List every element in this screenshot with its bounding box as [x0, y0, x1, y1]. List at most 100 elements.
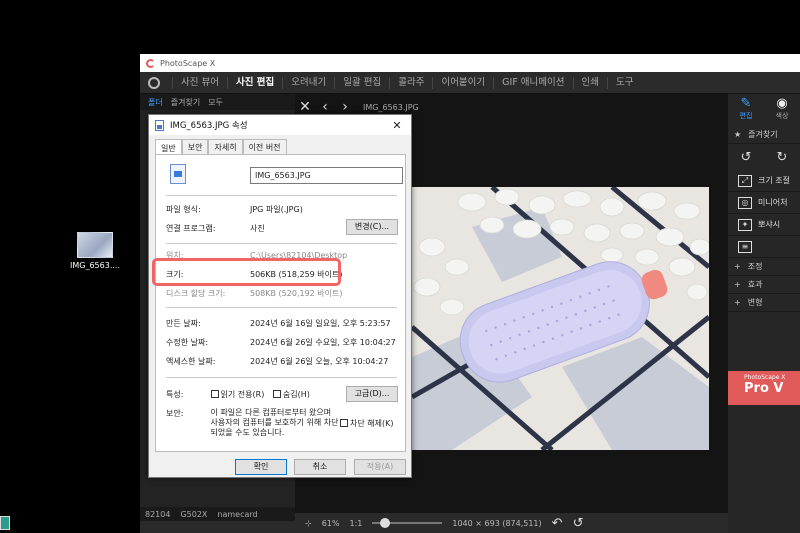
section-adjust[interactable]: + 조정	[728, 258, 800, 276]
divider	[166, 243, 397, 244]
section-transform[interactable]: + 변형	[728, 294, 800, 312]
undo-all-icon[interactable]: ↶	[552, 516, 563, 531]
chevron-left-icon[interactable]: ‹	[319, 99, 331, 115]
close-icon[interactable]: ✕	[383, 119, 411, 132]
soften-icon: ✦	[738, 218, 752, 231]
canvas-status-bar: ⊹ 61% 1:1 1040 × 693 (874,511) ↶ ↺	[295, 513, 728, 533]
ok-button[interactable]: 확인	[235, 459, 287, 475]
photoscape-title: PhotoScape X	[160, 58, 216, 68]
disk-size-row: 디스크 할당 크기: 508KB (520,192 바이트)	[166, 289, 343, 298]
plus-icon: +	[734, 262, 741, 271]
created-row: 만든 날짜: 2024년 6월 16일 일요일, 오후 5:23:57	[166, 319, 391, 328]
security-row: 보안: 이 파일은 다른 컴퓨터로부터 왔으며 사용자의 컴퓨터를 보호하기 위…	[166, 408, 339, 437]
checkbox-icon	[272, 390, 281, 398]
menu-combine[interactable]: 이어붙이기	[432, 76, 493, 89]
image-file-icon	[155, 119, 164, 131]
tab-folder[interactable]: 폴더	[144, 97, 167, 108]
taskbar-app-icon[interactable]	[0, 516, 10, 530]
accessed-row: 액세스한 날짜: 2024년 6월 26일 오늘, 오후 10:04:27	[166, 357, 389, 366]
zoom-slider[interactable]	[372, 518, 443, 528]
readonly-checkbox[interactable]: 읽기 전용(R)	[210, 390, 264, 399]
apply-button[interactable]: 적용(A)	[354, 459, 406, 475]
plus-icon: +	[734, 298, 741, 307]
photoscape-logo-icon	[146, 58, 155, 68]
size-highlight-box	[152, 258, 341, 286]
photoscape-home-icon[interactable]	[148, 76, 160, 89]
advanced-button[interactable]: 고급(D)...	[346, 386, 398, 402]
folder-crumb[interactable]: 82104	[145, 510, 170, 519]
divider	[166, 195, 397, 196]
menu-gif[interactable]: GIF 애니메이션	[493, 76, 572, 89]
menu-editor[interactable]: 사진 편집	[226, 76, 282, 89]
dialog-titlebar: IMG_6563.JPG 속성 ✕	[149, 115, 411, 135]
tool-tab-color[interactable]: ◉ 색상	[764, 94, 800, 126]
file-properties-dialog: IMG_6563.JPG 속성 ✕ 일반 보안 자세히 이전 버전 IMG_65…	[148, 114, 412, 478]
editor-tools-panel: ✎ 편집 ◉ 색상 ★ 즐겨찾기 ↺ ↻ ⤢ 크기 조절 ◎ 미니어처 ✦ 뽀샤…	[728, 94, 800, 533]
menu-viewer[interactable]: 사진 뷰어	[172, 76, 227, 89]
zoom-slider-handle[interactable]	[380, 518, 391, 528]
plus-icon: +	[734, 280, 741, 289]
rotate-tools: ↺ ↻	[728, 144, 800, 170]
list-icon: ≡	[738, 240, 752, 253]
photoscape-titlebar: PhotoScape X	[140, 54, 800, 72]
tool-resize[interactable]: ⤢ 크기 조절	[728, 170, 800, 192]
folder-crumb[interactable]: namecard	[217, 510, 257, 519]
edit-icon: ✎	[740, 96, 752, 111]
desktop-file-label: IMG_6563....	[70, 261, 120, 270]
color-icon: ◉	[776, 96, 788, 111]
divider	[166, 377, 397, 378]
favorites-header[interactable]: ★ 즐겨찾기	[728, 126, 800, 144]
attributes-row: 특성: 읽기 전용(R) 숨김(H)	[166, 390, 310, 399]
tab-all[interactable]: 모두	[204, 97, 227, 108]
checkbox-icon	[340, 419, 348, 427]
dialog-title: IMG_6563.JPG 속성	[170, 121, 248, 131]
folder-crumb[interactable]: G502X	[180, 510, 207, 519]
close-icon[interactable]: ✕	[299, 99, 311, 115]
menu-collage[interactable]: 콜라주	[389, 76, 432, 89]
rotate-left-icon[interactable]: ↺	[741, 150, 752, 165]
zoom-fit-button[interactable]: 1:1	[349, 519, 362, 528]
undo-icon[interactable]: ↺	[573, 516, 584, 531]
general-tab-panel: IMG_6563.JPG 파일 형식: JPG 파일(.JPG) 연결 프로그램:…	[155, 154, 406, 452]
tab-favorites[interactable]: 즐겨찾기	[167, 97, 204, 108]
crop-icon[interactable]: ⊹	[305, 519, 312, 528]
tool-tab-edit[interactable]: ✎ 편집	[728, 94, 764, 126]
dialog-tabs: 일반 보안 자세히 이전 버전	[149, 135, 411, 156]
unblock-checkbox[interactable]: 차단 해제(K)	[340, 418, 393, 429]
file-type-row: 파일 형식: JPG 파일(.JPG)	[166, 205, 303, 214]
desktop-file-icon[interactable]: IMG_6563....	[70, 232, 120, 270]
edited-photo[interactable]	[412, 187, 709, 450]
miniature-icon: ◎	[738, 196, 752, 209]
image-dimensions: 1040 × 693 (874,511)	[452, 518, 542, 528]
tool-tabs: ✎ 편집 ◉ 색상	[728, 94, 800, 126]
resize-icon: ⤢	[738, 174, 752, 187]
open-with-row: 연결 프로그램: 사진	[166, 224, 265, 233]
change-button[interactable]: 변경(C)...	[346, 219, 398, 235]
menu-print[interactable]: 인쇄	[572, 76, 607, 89]
image-file-icon	[170, 164, 186, 184]
tool-list-toggle[interactable]: ≡	[728, 236, 800, 258]
menu-cutout[interactable]: 오려내기	[282, 76, 334, 89]
divider	[166, 307, 397, 308]
modified-row: 수정한 날짜: 2024년 6월 26일 수요일, 오후 10:04:27	[166, 338, 396, 347]
section-effects[interactable]: + 효과	[728, 276, 800, 294]
screen: IMG_6563.... PhotoScape X 사진 뷰어 사진 편집 오려…	[0, 0, 800, 533]
zoom-level: 61%	[321, 518, 340, 528]
tool-miniature[interactable]: ◎ 미니어처	[728, 192, 800, 214]
chevron-right-icon[interactable]: ›	[339, 99, 351, 115]
image-thumbnail-icon	[77, 232, 113, 258]
checkbox-icon	[210, 390, 219, 398]
file-name-field[interactable]: IMG_6563.JPG	[250, 167, 403, 184]
cancel-button[interactable]: 취소	[294, 459, 346, 475]
menu-batch[interactable]: 일괄 편집	[334, 76, 389, 89]
current-file-name: IMG_6563.JPG	[363, 102, 419, 112]
tool-soften[interactable]: ✦ 뽀샤시	[728, 214, 800, 236]
star-icon: ★	[734, 130, 742, 139]
folder-path-bar: 82104 G502X namecard	[140, 507, 295, 521]
rotate-right-icon[interactable]: ↻	[777, 150, 788, 165]
file-browser-toolbar	[140, 521, 295, 533]
menu-tools[interactable]: 도구	[607, 76, 641, 89]
hidden-checkbox[interactable]: 숨김(H)	[272, 390, 310, 399]
pro-promo-banner[interactable]: PhotoScape X Pro V	[728, 371, 800, 405]
photo-image	[412, 187, 709, 450]
